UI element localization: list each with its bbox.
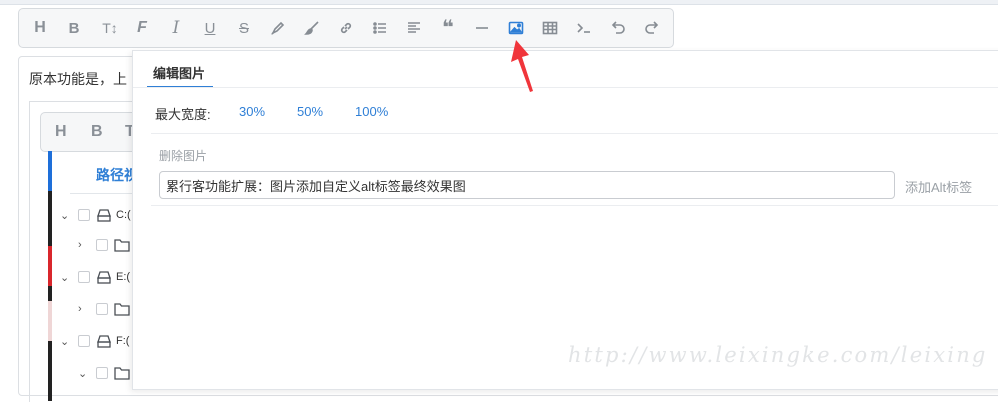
checkbox[interactable] — [78, 335, 90, 347]
font-size-icon[interactable]: T↕ — [99, 17, 121, 39]
bold-icon[interactable]: B — [63, 17, 85, 39]
width-option-100[interactable]: 100% — [355, 104, 388, 119]
chevron-down-icon[interactable]: ⌄ — [60, 335, 70, 348]
folder-icon — [114, 302, 130, 316]
embedded-heading-icon: H — [55, 123, 67, 140]
align-left-icon[interactable] — [403, 17, 425, 39]
italic-icon[interactable]: I — [165, 17, 187, 39]
add-alt-button[interactable]: 添加Alt标签 — [905, 177, 972, 196]
divider — [133, 87, 998, 88]
table-icon[interactable] — [539, 17, 561, 39]
image-icon[interactable] — [505, 17, 527, 39]
tree-row-label: F:( — [116, 335, 130, 347]
redo-icon[interactable] — [641, 17, 663, 39]
checkbox[interactable] — [78, 209, 90, 221]
chevron-down-icon[interactable]: ⌄ — [60, 271, 70, 284]
heading-icon[interactable]: H — [29, 17, 51, 39]
strikethrough-icon[interactable]: S — [233, 17, 255, 39]
font-family-icon[interactable]: F — [131, 17, 153, 39]
embedded-bold-icon: B — [91, 123, 103, 140]
checkbox[interactable] — [78, 271, 90, 283]
watermark: http://www.leixingke.com/leixing — [568, 343, 988, 367]
annotation-arrow-icon — [511, 40, 533, 92]
chevron-down-icon[interactable]: ⌄ — [78, 367, 88, 380]
alt-text-input[interactable] — [159, 171, 895, 199]
horizontal-rule-icon[interactable] — [471, 17, 493, 39]
width-option-50[interactable]: 50% — [297, 104, 323, 119]
drive-icon — [96, 334, 112, 348]
highlighter-icon[interactable] — [267, 17, 289, 39]
undo-icon[interactable] — [607, 17, 629, 39]
link-icon[interactable] — [335, 17, 357, 39]
divider — [151, 133, 998, 134]
tree-row-label: E:( — [116, 271, 131, 283]
checkbox[interactable] — [96, 367, 108, 379]
folder-icon — [114, 366, 130, 380]
editor-toolbar: H B T↕ F I U S ❝ — [18, 8, 674, 48]
edit-image-popover: 编辑图片 最大宽度: 30% 50% 100% 删除图片 添加Alt标签 — [132, 50, 998, 390]
checkbox[interactable] — [96, 239, 108, 251]
tree-row-folder[interactable]: ⌄ — [78, 363, 134, 383]
chevron-right-icon[interactable]: › — [78, 303, 88, 315]
quote-icon[interactable]: ❝ — [437, 17, 459, 39]
tree-row-label: C:( — [116, 209, 131, 221]
tree-side-bar — [48, 151, 52, 401]
brush-icon[interactable] — [301, 17, 323, 39]
max-width-label: 最大宽度: — [155, 107, 211, 122]
divider — [151, 205, 998, 206]
drive-icon — [96, 208, 112, 222]
checkbox[interactable] — [96, 303, 108, 315]
tree-row-folder[interactable]: › — [78, 235, 134, 255]
delete-image-button[interactable]: 删除图片 — [159, 147, 207, 164]
tree-row-drive-c[interactable]: ⌄ C:( — [60, 205, 131, 225]
folder-icon — [114, 238, 130, 252]
tree-row-folder[interactable]: › — [78, 299, 134, 319]
editor-paragraph: 原本功能是，上 — [29, 71, 127, 87]
drive-icon — [96, 270, 112, 284]
tab-edit-image[interactable]: 编辑图片 — [153, 63, 205, 82]
bulleted-list-icon[interactable] — [369, 17, 391, 39]
chevron-right-icon[interactable]: › — [78, 239, 88, 251]
top-border — [0, 0, 998, 5]
tree-row-drive-e[interactable]: ⌄ E:( — [60, 267, 130, 287]
width-option-30[interactable]: 30% — [239, 104, 265, 119]
underline-icon[interactable]: U — [199, 17, 221, 39]
chevron-down-icon[interactable]: ⌄ — [60, 209, 70, 222]
code-icon[interactable] — [573, 17, 595, 39]
tree-row-drive-f[interactable]: ⌄ F:( — [60, 331, 129, 351]
